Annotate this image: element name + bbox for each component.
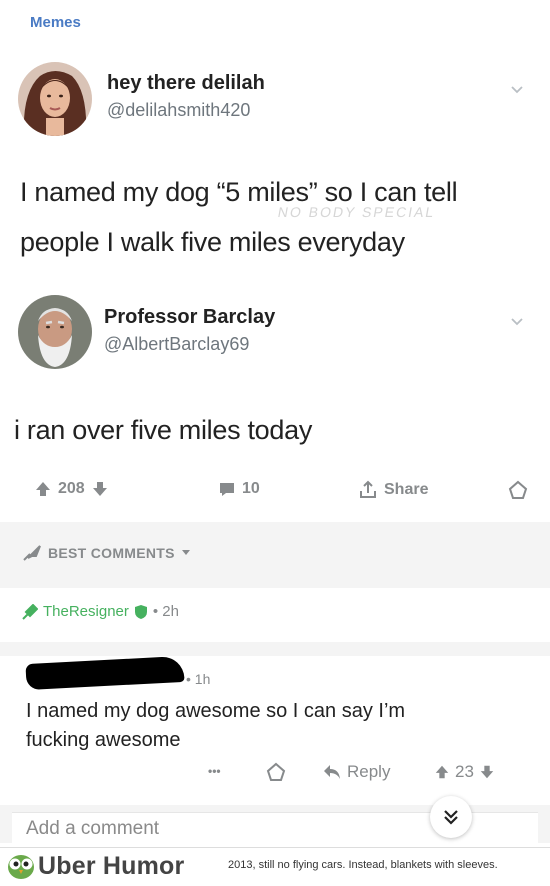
upvote-arrow-icon[interactable] bbox=[434, 764, 450, 780]
tweet1-name[interactable]: hey there delilah bbox=[107, 72, 265, 95]
comment2-body-line1: I named my dog awesome so I can say I’m bbox=[26, 700, 406, 722]
tweet2-text: i ran over five miles today bbox=[14, 415, 313, 445]
comment1-author[interactable]: TheResigner bbox=[43, 603, 129, 620]
chevron-down-icon[interactable] bbox=[510, 314, 524, 328]
footer-tagline: 2013, still no flying cars. Instead, bla… bbox=[228, 859, 498, 871]
comment2-body: I named my dog awesome so I can say I’m … bbox=[26, 697, 506, 755]
comment2-action-bar: ••• Reply 23 bbox=[0, 762, 550, 792]
reply-arrow-icon bbox=[324, 765, 340, 779]
collapse-comments-button[interactable] bbox=[430, 796, 472, 838]
double-chevron-down-icon bbox=[444, 810, 458, 825]
share-label: Share bbox=[384, 481, 429, 498]
caret-down-icon bbox=[181, 550, 190, 555]
comment2-time: • 1h bbox=[186, 671, 211, 687]
comment-count: 10 bbox=[242, 480, 260, 497]
upvote-arrow-icon[interactable] bbox=[34, 480, 52, 498]
share-icon bbox=[360, 480, 376, 498]
post-action-bar: 208 10 Share bbox=[0, 466, 550, 518]
comment1-time: • 2h bbox=[152, 603, 179, 620]
upvote-count: 208 bbox=[58, 480, 85, 497]
comment1-meta: TheResigner • 2h bbox=[22, 603, 179, 620]
downvote-arrow-icon[interactable] bbox=[479, 764, 495, 780]
award-icon bbox=[508, 480, 528, 499]
downvote-arrow-icon[interactable] bbox=[91, 480, 109, 498]
sort-label: BEST COMMENTS bbox=[48, 545, 175, 561]
chevron-down-icon[interactable] bbox=[510, 82, 524, 96]
footer-brand: Uber Humor bbox=[38, 852, 185, 880]
subreddit-label[interactable]: Memes bbox=[30, 14, 81, 31]
reply-button[interactable]: Reply bbox=[322, 762, 390, 782]
comment2-vote-control: 23 bbox=[434, 762, 495, 782]
watermark-text: NO BODY SPECIAL bbox=[276, 204, 437, 220]
shield-icon bbox=[134, 604, 147, 619]
avatar-delilah[interactable] bbox=[18, 62, 92, 136]
tweet1-handle[interactable]: @delilahsmith420 bbox=[107, 100, 250, 121]
more-options-button[interactable]: ••• bbox=[208, 764, 221, 778]
comment-divider bbox=[0, 642, 550, 656]
pin-icon bbox=[22, 603, 38, 620]
add-comment-placeholder: Add a comment bbox=[26, 818, 160, 839]
tweet2-name[interactable]: Professor Barclay bbox=[104, 306, 275, 329]
sort-comments-dropdown[interactable]: BEST COMMENTS bbox=[22, 544, 191, 562]
tweet1-text-line2: people I walk five miles everyday bbox=[20, 227, 405, 257]
share-button[interactable]: Share bbox=[358, 480, 428, 500]
rocket-icon bbox=[23, 545, 41, 561]
comment2-award-button[interactable] bbox=[266, 762, 286, 782]
comment2-vote-count: 23 bbox=[455, 762, 474, 781]
award-icon bbox=[266, 762, 286, 781]
avatar-barclay[interactable] bbox=[18, 295, 92, 369]
comment-bubble-icon bbox=[220, 483, 234, 496]
redacted-username bbox=[25, 655, 185, 691]
reply-label: Reply bbox=[347, 762, 391, 781]
tweet2-handle[interactable]: @AlbertBarclay69 bbox=[104, 334, 249, 355]
vote-control: 208 bbox=[34, 480, 109, 498]
comments-button[interactable]: 10 bbox=[218, 480, 260, 498]
award-button[interactable] bbox=[508, 480, 528, 500]
owl-logo-icon bbox=[8, 855, 34, 879]
reddit-post-screenshot: Memes hey there delilah @delilahsmith420… bbox=[0, 0, 550, 886]
comment2-body-line2: fucking awesome bbox=[26, 729, 181, 751]
